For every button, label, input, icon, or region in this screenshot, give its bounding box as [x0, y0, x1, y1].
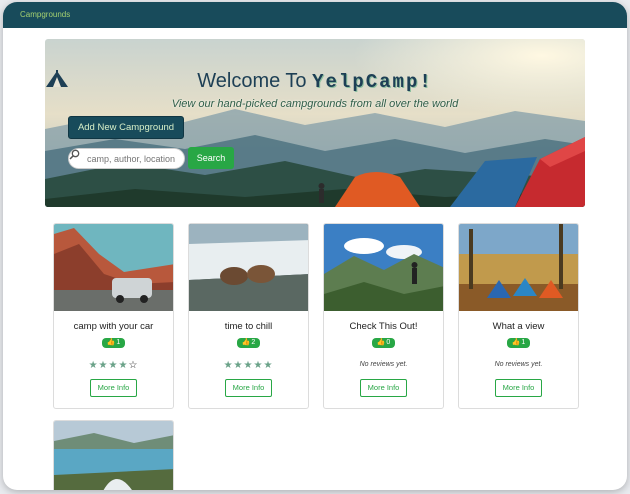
star-icon: ★★★★★: [223, 360, 274, 371]
likes-count: 1: [116, 339, 121, 346]
likes-badge: 👍1: [102, 338, 125, 348]
hero-banner: Welcome To YelpCamp! View our hand-picke…: [45, 39, 585, 207]
no-reviews-text: No reviews yet.: [359, 361, 408, 368]
campground-image[interactable]: [54, 224, 173, 311]
likes-count: 1: [521, 339, 526, 346]
campground-card: camp with your car 👍1 ★★★★☆ More Info: [53, 223, 174, 409]
card-title: time to chill: [224, 321, 273, 332]
campground-image[interactable]: [459, 224, 578, 311]
thumbs-up-icon: 👍: [241, 339, 251, 346]
likes-count: 0: [386, 339, 391, 346]
likes-badge: 👍2: [237, 338, 260, 348]
more-info-button[interactable]: More Info: [360, 379, 407, 397]
more-info-button[interactable]: More Info: [225, 379, 272, 397]
rating-stars: ★★★★☆: [54, 360, 173, 371]
star-empty-icon: ☆: [128, 360, 139, 371]
campground-image[interactable]: [324, 224, 443, 311]
search-box: [68, 148, 185, 169]
browser-frame: Campgrounds Welcome To YelpCamp! View ou…: [3, 2, 627, 490]
campground-card: Check This Out! 👍0 No reviews yet. More …: [323, 223, 444, 409]
campground-card: time to chill 👍2 ★★★★★ More Info: [188, 223, 309, 409]
add-campground-button[interactable]: Add New Campground: [68, 116, 184, 139]
likes-badge: 👍1: [507, 338, 530, 348]
star-icon: ★★★★: [88, 360, 129, 371]
hero-subtitle: View our hand-picked campgrounds from al…: [171, 98, 459, 110]
campground-image[interactable]: [54, 421, 173, 490]
thumbs-up-icon: 👍: [511, 339, 521, 346]
campground-image[interactable]: [189, 224, 308, 311]
campground-card: What a view 👍1 No reviews yet. More Info: [458, 223, 579, 409]
campground-card: [53, 420, 174, 490]
likes-count: 2: [251, 339, 256, 346]
search-input[interactable]: [87, 151, 181, 167]
card-title: Check This Out!: [349, 321, 418, 332]
navbar: Campgrounds: [3, 2, 627, 28]
rating-stars: ★★★★★: [189, 360, 308, 371]
likes-badge: 👍0: [372, 338, 395, 348]
brand-name: YelpCamp!: [312, 71, 433, 93]
card-title: camp with your car: [73, 321, 154, 332]
more-info-button[interactable]: More Info: [90, 379, 137, 397]
thumbs-up-icon: 👍: [376, 339, 386, 346]
no-reviews-text: No reviews yet.: [494, 361, 543, 368]
hero-heading: Welcome To YelpCamp!: [45, 70, 585, 93]
card-title: What a view: [492, 321, 545, 332]
welcome-text: Welcome To: [197, 70, 307, 92]
search-button[interactable]: Search: [188, 147, 234, 169]
more-info-button[interactable]: More Info: [495, 379, 542, 397]
tent-icon: [46, 70, 68, 87]
search-icon: [69, 149, 80, 160]
navbar-brand[interactable]: Campgrounds: [20, 10, 70, 19]
thumbs-up-icon: 👍: [106, 339, 116, 346]
